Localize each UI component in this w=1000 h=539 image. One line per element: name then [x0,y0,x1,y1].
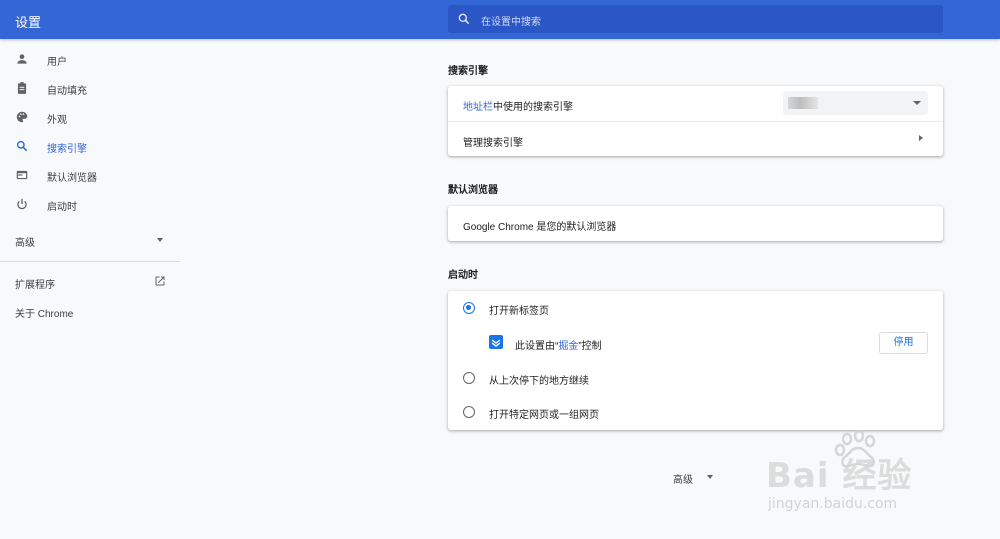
open-in-new-icon[interactable] [154,275,166,287]
search-placeholder: 在设置中搜索 [481,17,541,28]
radio-open-specific-pages[interactable] [463,406,475,418]
on-startup-card: 打开新标签页 此设置由“掘金”控制 停用 从上次停下的地方继续 打开特定网页或一… [448,291,943,430]
selected-engine-redacted [788,97,818,109]
sidebar-item-label: 用户 [47,57,67,68]
sidebar: 用户 自动填充 外观 搜索引擎 默认浏览器 启动时 高级 扩展程序 关于 Chr… [0,39,180,539]
radio-label: 打开新标签页 [489,306,549,317]
chevron-right-icon[interactable] [919,135,923,141]
sidebar-item-autofill[interactable]: 自动填充 [0,74,180,102]
sidebar-item-appearance[interactable]: 外观 [0,103,180,131]
disable-extension-button[interactable]: 停用 [879,332,928,354]
search-icon [16,140,28,152]
browser-icon [16,170,28,180]
power-icon [17,198,27,210]
sidebar-extensions-link[interactable]: 扩展程序 [15,276,55,291]
person-icon [17,54,27,64]
chevron-down-icon [913,101,921,105]
sidebar-item-people[interactable]: 用户 [0,45,180,73]
sidebar-item-label: 外观 [47,115,67,126]
search-engine-select[interactable] [783,91,928,115]
address-bar-row-label: 中使用的搜索引擎 [493,102,573,113]
row-divider [448,121,943,122]
search-engine-card: 地址栏中使用的搜索引擎 管理搜索引擎 [448,86,943,156]
controlled-by-extension-text: 此设置由“掘金”控制 [515,337,602,352]
settings-header: 设置 在设置中搜索 [0,0,1000,39]
sidebar-divider [0,261,180,262]
controlled-post: ”控制 [578,341,602,352]
default-browser-card: Google Chrome 是您的默认浏览器 [448,206,943,241]
sidebar-item-default-browser[interactable]: 默认浏览器 [0,161,180,189]
sidebar-item-label: 自动填充 [47,86,87,97]
page-title: 设置 [15,15,42,30]
radio-continue-where-left[interactable] [463,372,475,384]
sidebar-advanced[interactable]: 高级 [15,234,35,249]
address-bar-engine-row: 地址栏中使用的搜索引擎 [463,98,573,113]
watermark-text: Bai 经验 [766,456,913,496]
chevron-down-icon[interactable] [157,238,163,242]
controlled-pre: 此设置由“ [515,341,559,352]
sidebar-item-label: 默认浏览器 [47,173,97,184]
radio-open-new-tab[interactable] [463,302,475,314]
watermark-url: jingyan.baidu.com [768,496,898,512]
on-startup-title: 启动时 [448,270,478,281]
sidebar-about-chrome[interactable]: 关于 Chrome [15,305,73,320]
baidu-watermark: Bai 经验 jingyan.baidu.com [762,430,992,520]
default-browser-status: Google Chrome 是您的默认浏览器 [463,222,617,233]
sidebar-item-label: 搜索引擎 [47,144,87,155]
advanced-toggle[interactable]: 高级 [673,471,693,486]
radio-label: 打开特定网页或一组网页 [489,410,599,421]
default-browser-title: 默认浏览器 [448,185,498,196]
clipboard-icon [17,82,27,94]
address-bar-link[interactable]: 地址栏 [463,102,493,113]
extension-link[interactable]: 掘金 [558,341,578,352]
radio-label: 从上次停下的地方继续 [489,376,589,387]
palette-icon [16,111,28,123]
manage-search-engines-label: 管理搜索引擎 [463,138,523,149]
extension-icon [489,335,503,349]
search-engine-title: 搜索引擎 [448,66,488,77]
search-icon [458,13,470,25]
sidebar-item-label: 启动时 [47,202,77,213]
sidebar-item-on-startup[interactable]: 启动时 [0,190,180,218]
search-input[interactable]: 在设置中搜索 [448,5,943,33]
chevron-down-icon[interactable] [707,475,713,479]
sidebar-item-search-engine[interactable]: 搜索引擎 [0,132,180,160]
